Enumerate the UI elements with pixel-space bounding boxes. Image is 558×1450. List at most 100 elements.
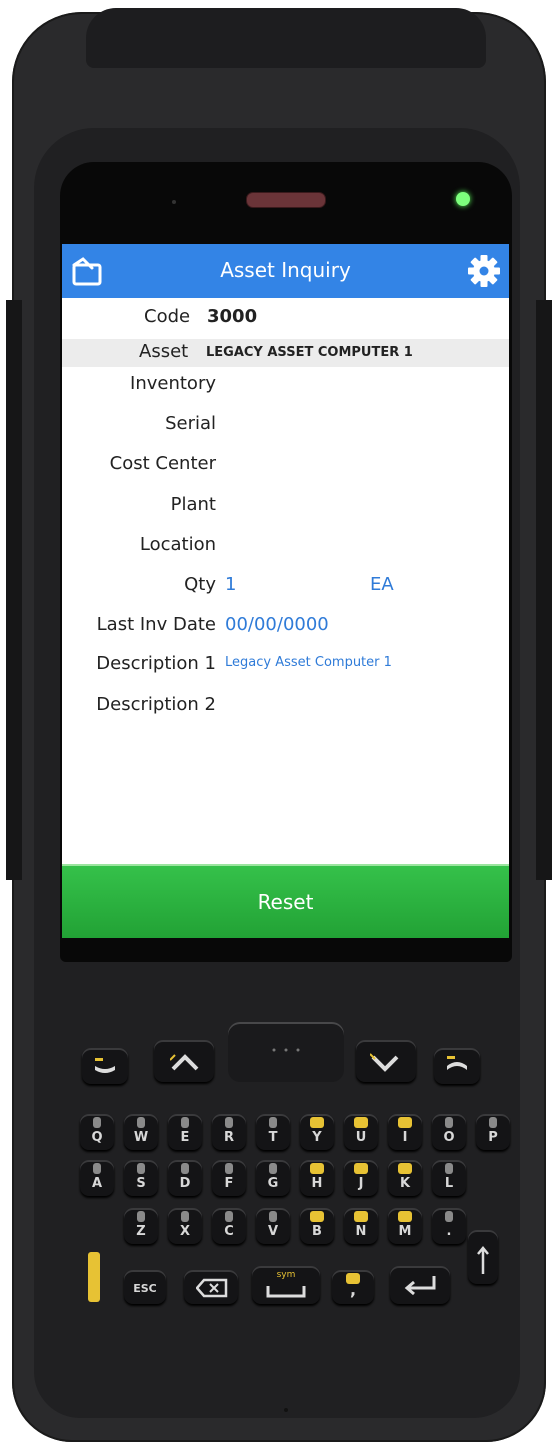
key-label: E (180, 1130, 190, 1145)
key-q[interactable]: Q (80, 1114, 114, 1150)
call-key[interactable] (82, 1048, 128, 1084)
key-label: B (312, 1224, 322, 1239)
key-g[interactable]: G (256, 1160, 290, 1196)
key-label: Q (91, 1130, 103, 1145)
key-label: T (268, 1130, 278, 1145)
key-t[interactable]: T (256, 1114, 290, 1150)
function-key[interactable] (88, 1252, 100, 1302)
qty-label: Qty (184, 574, 216, 595)
key-marker (310, 1163, 324, 1174)
key-marker (445, 1211, 453, 1222)
key-y[interactable]: Y (300, 1114, 334, 1150)
key-label: S (136, 1176, 146, 1191)
key-r[interactable]: R (212, 1114, 246, 1150)
asset-label: Asset (139, 341, 189, 362)
sym-label: sym (276, 1270, 296, 1280)
key-j[interactable]: J (344, 1160, 378, 1196)
backspace-key[interactable] (184, 1270, 238, 1304)
asset-value: LEGACY ASSET COMPUTER 1 (206, 345, 413, 360)
dots-icon (272, 1048, 300, 1052)
key-label: A (91, 1176, 103, 1191)
cost-center-label: Cost Center (109, 453, 216, 474)
page-title: Asset Inquiry (220, 258, 351, 282)
right-grip (536, 300, 552, 880)
speaker-grille (246, 192, 326, 208)
key-marker (137, 1163, 145, 1174)
key-marker (269, 1117, 277, 1128)
key-marker (398, 1117, 412, 1128)
reset-button[interactable]: Reset (62, 864, 509, 938)
key-l[interactable]: L (432, 1160, 466, 1196)
key-label: C (224, 1224, 234, 1239)
key-label: H (311, 1176, 323, 1191)
key-p[interactable]: P (476, 1114, 510, 1150)
key-k[interactable]: K (388, 1160, 422, 1196)
key-label: G (267, 1176, 279, 1191)
key-x[interactable]: X (168, 1208, 202, 1244)
last-inv-date-value: 00/00/0000 (225, 614, 329, 635)
key-a[interactable]: A (80, 1160, 114, 1196)
key-marker (310, 1211, 324, 1222)
key-period[interactable]: . (432, 1208, 466, 1244)
shift-key[interactable] (468, 1230, 498, 1284)
space-key[interactable]: sym (252, 1266, 320, 1304)
chevron-down-icon (370, 1053, 399, 1072)
key-e[interactable]: E (168, 1114, 202, 1150)
key-label: D (179, 1176, 191, 1191)
key-s[interactable]: S (124, 1160, 158, 1196)
key-marker (398, 1211, 412, 1222)
key-marker (269, 1163, 277, 1174)
key-label: Z (136, 1224, 146, 1239)
key-w[interactable]: W (124, 1114, 158, 1150)
esc-key[interactable]: ESC (124, 1270, 166, 1304)
last-inv-date-label: Last Inv Date (96, 614, 216, 635)
key-marker (445, 1163, 453, 1174)
description2-label: Description 2 (96, 694, 216, 715)
key-c[interactable]: C (212, 1208, 246, 1244)
key-label: X (179, 1224, 191, 1239)
key-m[interactable]: M (388, 1208, 422, 1244)
comma-key[interactable]: , (332, 1270, 374, 1304)
qty-unit: EA (370, 574, 394, 595)
key-marker (354, 1211, 368, 1222)
scan-button[interactable] (228, 1022, 344, 1082)
end-call-key[interactable] (434, 1048, 480, 1084)
enter-icon (404, 1276, 436, 1296)
key-marker (354, 1163, 368, 1174)
key-marker (310, 1117, 324, 1128)
gear-icon[interactable] (467, 254, 501, 288)
arrow-up-icon (477, 1246, 489, 1274)
key-label: K (399, 1176, 411, 1191)
key-f[interactable]: F (212, 1160, 246, 1196)
key-z[interactable]: Z (124, 1208, 158, 1244)
backspace-icon (196, 1278, 228, 1298)
qty-value: 1 (225, 574, 237, 595)
key-marker (181, 1117, 189, 1128)
key-marker (225, 1211, 233, 1222)
key-v[interactable]: V (256, 1208, 290, 1244)
nav-down-key[interactable] (356, 1040, 416, 1082)
key-marker (181, 1211, 189, 1222)
status-led (456, 192, 470, 206)
key-b[interactable]: B (300, 1208, 334, 1244)
key-marker (225, 1163, 233, 1174)
key-d[interactable]: D (168, 1160, 202, 1196)
key-label: J (358, 1176, 364, 1191)
key-n[interactable]: N (344, 1208, 378, 1244)
description1-label: Description 1 (96, 653, 216, 674)
key-i[interactable]: I (388, 1114, 422, 1150)
key-marker (137, 1117, 145, 1128)
inventory-label: Inventory (130, 373, 216, 394)
key-o[interactable]: O (432, 1114, 466, 1150)
key-marker (93, 1117, 101, 1128)
key-marker (181, 1163, 189, 1174)
enter-key[interactable] (390, 1266, 450, 1304)
key-h[interactable]: H (300, 1160, 334, 1196)
nav-up-key[interactable] (154, 1040, 214, 1082)
chevron-up-icon (170, 1054, 199, 1071)
key-u[interactable]: U (344, 1114, 378, 1150)
location-label: Location (139, 534, 216, 555)
key-marker (137, 1211, 145, 1222)
key-marker (269, 1211, 277, 1222)
camera-dot (172, 200, 176, 204)
